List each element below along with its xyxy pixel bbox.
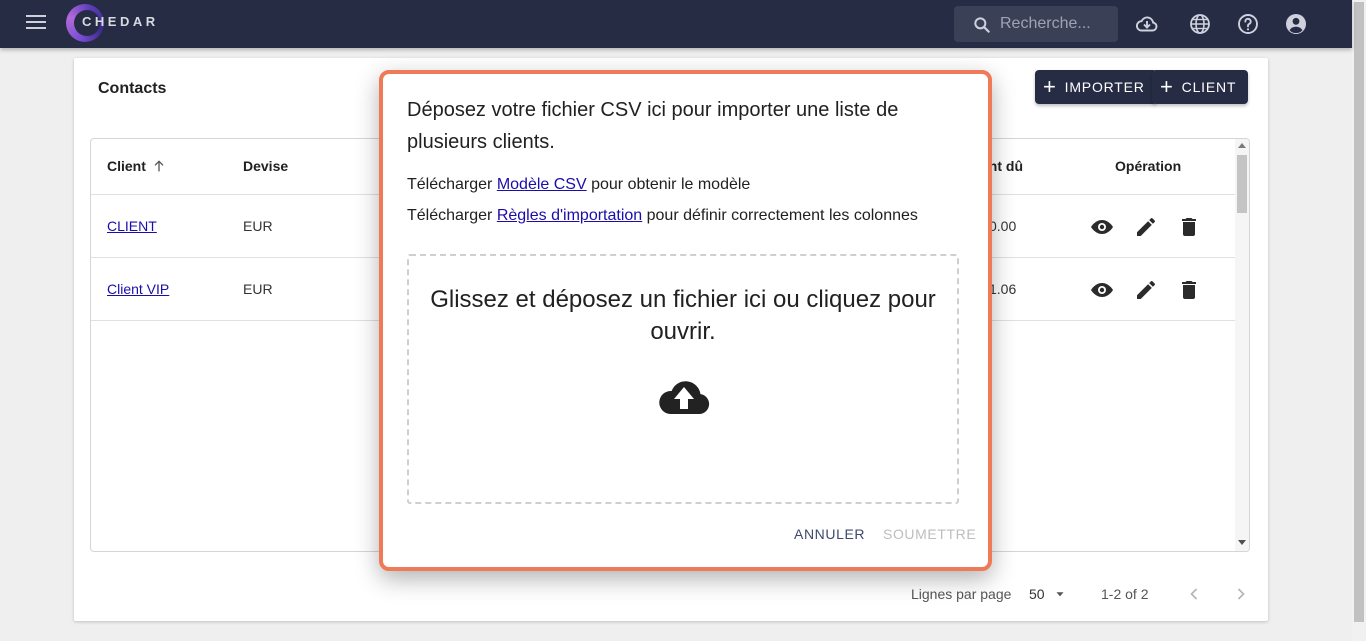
rules-download-suffix: pour définir correctement les colonnes — [642, 207, 918, 224]
template-download-prefix: Télécharger — [407, 176, 497, 193]
template-download-line: Télécharger Modèle CSV pour obtenir le m… — [407, 176, 750, 194]
rules-download-prefix: Télécharger — [407, 207, 497, 224]
dropzone-text: Glissez et déposez un fichier ici ou cli… — [430, 286, 936, 345]
cancel-button[interactable]: ANNULER — [794, 526, 865, 542]
template-download-suffix: pour obtenir le modèle — [586, 176, 751, 193]
file-dropzone[interactable]: Glissez et déposez un fichier ici ou cli… — [407, 254, 959, 504]
csv-template-link[interactable]: Modèle CSV — [497, 176, 587, 193]
import-csv-dialog: Déposez votre fichier CSV ici pour impor… — [379, 70, 992, 571]
submit-button[interactable]: SOUMETTRE — [883, 526, 976, 542]
import-rules-link[interactable]: Règles d'importation — [497, 207, 642, 224]
cloud-upload-icon — [659, 381, 710, 415]
rules-download-line: Télécharger Règles d'importation pour dé… — [407, 207, 918, 225]
dialog-title: Déposez votre fichier CSV ici pour impor… — [407, 99, 899, 153]
